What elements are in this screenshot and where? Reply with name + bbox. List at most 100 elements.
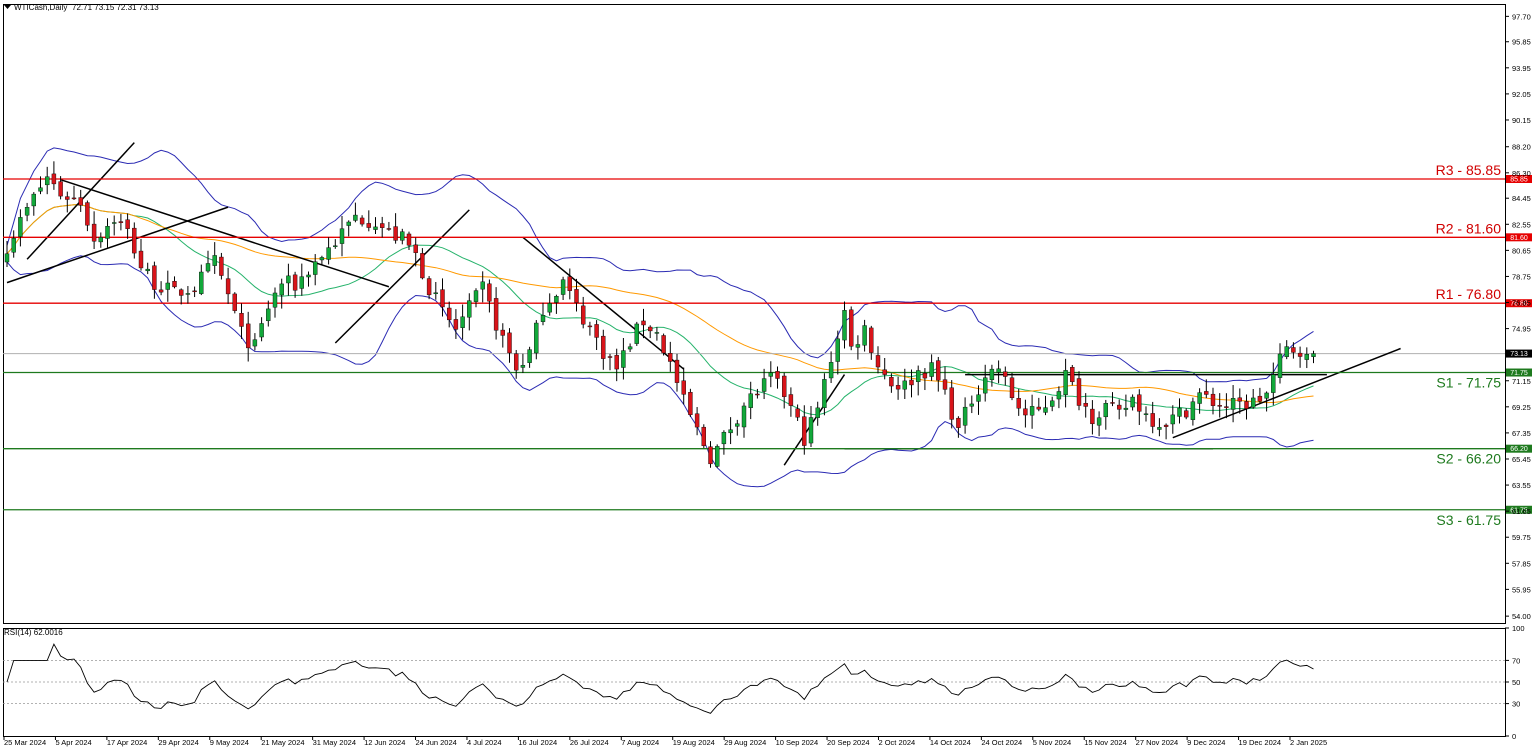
candle-body — [158, 289, 164, 293]
candle-body — [1123, 407, 1129, 410]
candle-body — [1291, 347, 1296, 353]
candle-body — [949, 387, 954, 420]
price-tick-label: 97.70 — [1512, 12, 1531, 21]
candle-body — [855, 344, 861, 348]
price-tick-label: 71.15 — [1512, 377, 1531, 386]
candle-body — [1130, 396, 1135, 408]
candle-body — [85, 202, 90, 226]
candle-body — [313, 261, 318, 275]
candle-body — [279, 283, 284, 296]
candle-body — [1016, 398, 1021, 409]
candle-body — [648, 326, 653, 332]
price-axis: 97.70 95.85 93.95 92.05 90.15 88.20 86.30 84.45… — [1505, 12, 1532, 621]
rsi-tick-label: 30 — [1512, 700, 1520, 709]
level-tag-text-r2: 81.60 — [1510, 235, 1528, 242]
candle-body — [560, 279, 566, 295]
candle-body — [614, 355, 619, 370]
candle-body — [1177, 407, 1182, 417]
price-tick-label: 65.45 — [1512, 455, 1531, 464]
candle-body — [694, 413, 700, 428]
candle-body — [1157, 427, 1162, 430]
date-tick-label: 24 Oct 2024 — [981, 738, 1022, 747]
candle-body — [755, 393, 760, 396]
candle-body — [741, 405, 747, 428]
candle-body — [922, 373, 928, 379]
candle-body — [1137, 394, 1142, 412]
candle-body — [266, 308, 271, 322]
price-tick-label: 63.55 — [1512, 481, 1531, 490]
candle-body — [795, 408, 800, 418]
candle-body — [71, 197, 77, 200]
rsi-panel: 100 70 50 30 0 — [3, 624, 1525, 741]
candle-body — [333, 245, 338, 247]
main-pane-border — [3, 4, 1506, 624]
candle-body — [567, 276, 572, 291]
candle-body — [1230, 398, 1236, 410]
price-tick-label: 92.05 — [1512, 90, 1531, 99]
candle-body — [721, 431, 727, 445]
level-tag-text-s2: 66.20 — [1510, 446, 1528, 453]
candle-body — [145, 268, 150, 272]
candle-body — [909, 379, 914, 386]
candle-body — [185, 293, 191, 295]
price-tick-label: 67.35 — [1512, 429, 1531, 438]
candle-body — [205, 263, 211, 272]
candle-body — [346, 221, 351, 226]
candle-body — [956, 417, 961, 428]
candle-body — [1029, 406, 1035, 416]
candle-body — [433, 292, 438, 294]
candle-body — [1264, 392, 1269, 399]
price-tick-label: 80.65 — [1512, 246, 1531, 255]
price-tick-label: 61.65 — [1512, 507, 1531, 516]
candle-body — [808, 417, 814, 444]
candle-body — [594, 324, 599, 338]
date-tick-label: 12 Jun 2024 — [364, 738, 405, 747]
candle-body — [58, 181, 63, 197]
dropdown-triangle-icon[interactable] — [4, 5, 11, 9]
candle-body — [380, 223, 385, 228]
candle-body — [1043, 407, 1048, 413]
date-tick-label: 7 Aug 2024 — [621, 738, 659, 747]
candle-body — [306, 274, 311, 278]
candle-body — [996, 368, 1001, 373]
candle-body — [1003, 371, 1008, 377]
candle-body — [138, 250, 144, 269]
price-tick-label: 59.75 — [1512, 533, 1531, 542]
candle-body — [1284, 346, 1289, 357]
candle-body — [493, 298, 499, 331]
candle-body — [1271, 374, 1276, 393]
candle-body — [788, 394, 794, 406]
price-tick-label: 93.95 — [1512, 64, 1531, 73]
candle-body — [701, 426, 706, 446]
candle-body — [1304, 354, 1310, 360]
ohlc-values: 72.71 73.15 72.31 73.13 — [72, 3, 159, 12]
candle-body — [45, 176, 50, 186]
candle-body — [31, 193, 36, 207]
candle-body — [353, 214, 358, 221]
candle-body — [1250, 397, 1256, 408]
candle-body — [902, 380, 907, 390]
price-tick-label: 95.85 — [1512, 38, 1531, 47]
candle-body — [607, 356, 613, 358]
candle-body — [641, 320, 646, 326]
candle-body — [768, 372, 773, 377]
candle-body — [212, 255, 217, 266]
candle-body — [527, 349, 532, 363]
candle-body — [882, 369, 887, 375]
candle-body — [1277, 353, 1283, 378]
candle-body — [1311, 353, 1316, 357]
candle-body — [420, 253, 425, 279]
price-tick-label: 69.25 — [1512, 403, 1531, 412]
candle-body — [152, 265, 157, 290]
candle-body — [413, 244, 418, 253]
candle-body — [661, 335, 666, 354]
candle-body — [65, 196, 70, 200]
candle-body — [1237, 397, 1243, 402]
price-chart[interactable]: R3 - 85.8585.85R2 - 81.6081.60R1 - 76.80… — [0, 0, 1536, 750]
candle-body — [18, 217, 23, 237]
candle-body — [359, 217, 365, 225]
price-tick-label: 82.55 — [1512, 220, 1531, 229]
candle-body — [91, 223, 97, 242]
candle-body — [453, 319, 459, 330]
date-tick-label: 2 Oct 2024 — [878, 738, 915, 747]
